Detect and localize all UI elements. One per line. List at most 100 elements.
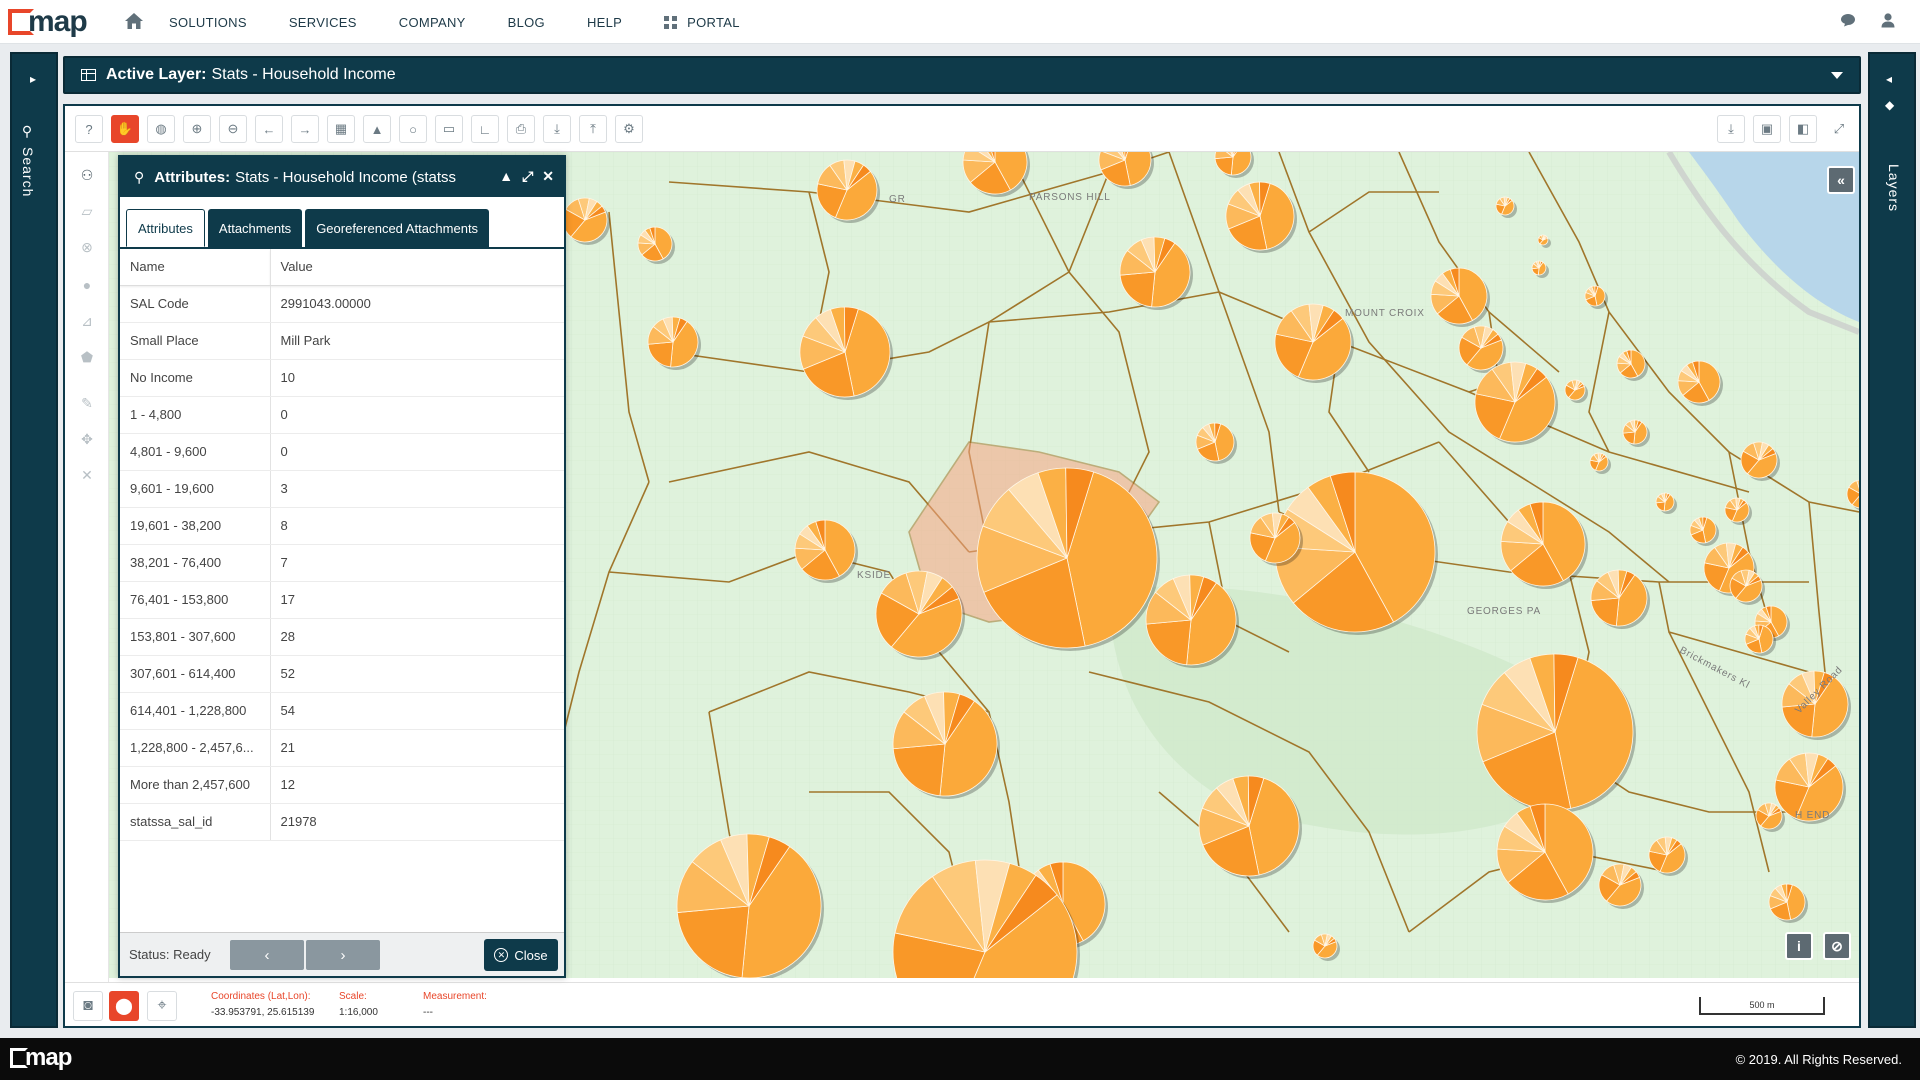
nav-services[interactable]: SERVICES [289,15,357,30]
layer-dropdown-caret-icon[interactable] [1831,72,1843,79]
settings-icon[interactable]: ⚙ [615,115,643,143]
nav-company[interactable]: COMPANY [399,15,466,30]
measurement-label: Measurement: [423,991,487,1002]
previous-record-button[interactable]: ‹ [230,940,304,970]
help-icon[interactable]: ? [75,115,103,143]
active-layer-bar[interactable]: Active Layer: Stats - Household Income [63,56,1861,94]
footer-logo[interactable]: map [10,1044,72,1072]
table-row[interactable]: 4,801 - 9,600 0 [120,433,564,471]
globe-icon[interactable]: ◍ [147,115,175,143]
binoculars-icon[interactable]: ⚇ [73,162,101,188]
table-row[interactable]: 1 - 4,800 0 [120,396,564,434]
move-icon[interactable]: ✥ [73,426,101,452]
expand-arrow-icon[interactable]: ▸ [30,72,36,86]
column-header-name[interactable]: Name [120,249,271,286]
table-row[interactable]: 9,601 - 19,600 3 [120,470,564,508]
attachment-icon[interactable]: ⊘ [1823,932,1851,960]
attributes-panel-header[interactable]: ⚲ Attributes: Stats - Household Income (… [120,157,564,197]
attribute-name-cell: 1 - 4,800 [120,396,271,434]
table-row[interactable]: statssa_sal_id 21978 [120,803,564,841]
info-icon[interactable]: i [1785,932,1813,960]
delete-icon[interactable]: ✕ [73,462,101,488]
layers-rail-label: Layers [1886,164,1902,213]
coordinates-value: -33.953791, 25.615139 [211,1007,315,1018]
clear-icon[interactable]: ⊗ [73,234,101,260]
print-icon[interactable]: ⎙ [507,115,535,143]
download-icon[interactable]: ⤓ [543,115,571,143]
footer-brand-name: map [25,1044,72,1071]
map-label-parsons-hill: PARSONS HILL [1029,192,1111,203]
next-record-button[interactable]: › [306,940,380,970]
table-row[interactable]: 19,601 - 38,200 8 [120,507,564,545]
draw-line-icon[interactable]: ⊿ [73,308,101,334]
draw-polygon-icon[interactable]: ⬟ [73,344,101,370]
nav-help[interactable]: HELP [587,15,622,30]
export-icon[interactable]: ⤓ [1717,115,1745,143]
layers-icon: ◆ [1885,98,1895,112]
pan-hand-icon[interactable]: ✋ [111,115,139,143]
copyright-text: © 2019. All Rights Reserved. [1735,1052,1902,1067]
table-view-icon[interactable]: ▦ [327,115,355,143]
back-arrow-icon[interactable]: ← [255,115,283,143]
table-icon [81,69,96,81]
chart-icon[interactable]: ▲ [363,115,391,143]
attributes-table-container[interactable]: Name Value SAL Code 2991043.00000 Small Pl… [120,247,564,933]
crosshair-icon[interactable]: ⌖ [147,991,177,1021]
tab-georeferenced-attachments[interactable]: Georeferenced Attachments [305,209,490,247]
circle-select-icon[interactable]: ○ [399,115,427,143]
table-row[interactable]: More than 2,457,600 12 [120,766,564,804]
map-status-bar: ◙ ⬤ ⌖ Coordinates (Lat,Lon): -33.953791,… [65,982,1859,1026]
attribute-value-cell: 21 [270,729,564,767]
upload-icon[interactable]: ⤒ [579,115,607,143]
chat-icon[interactable] [1840,13,1856,27]
brand-logo[interactable]: map [8,5,88,38]
location-pin-icon[interactable]: ⬤ [109,991,139,1021]
fullscreen-icon[interactable]: ⤢ [1825,115,1853,143]
tab-attributes[interactable]: Attributes [126,209,205,247]
table-row[interactable]: 153,801 - 307,600 28 [120,618,564,656]
attribute-value-cell: 17 [270,581,564,619]
nav-portal[interactable]: PORTAL [664,15,740,30]
table-row[interactable]: 76,401 - 153,800 17 [120,581,564,619]
tab-attachments[interactable]: Attachments [207,209,303,247]
edit-pencil-icon[interactable]: ✎ [73,390,101,416]
close-icon[interactable]: ✕ [542,168,554,185]
close-button[interactable]: ✕ Close [484,939,558,971]
split-view-icon[interactable]: ◧ [1789,115,1817,143]
table-row[interactable]: No Income 10 [120,359,564,397]
image-export-icon[interactable]: ▣ [1753,115,1781,143]
attributes-panel-footer: Status: Ready ‹ › ✕ Close [120,932,564,976]
table-row[interactable]: 38,201 - 76,400 7 [120,544,564,582]
attribute-name-cell: 38,201 - 76,400 [120,544,271,582]
collapse-arrow-icon[interactable]: ◂ [1886,72,1892,86]
zoom-in-icon[interactable]: ⊕ [183,115,211,143]
map-label-h-end: H END [1795,810,1830,821]
zoom-out-icon[interactable]: ⊖ [219,115,247,143]
attributes-panel: ⚲ Attributes: Stats - Household Income (… [118,155,566,978]
search-rail-label: ⚲Search [20,124,36,198]
table-row[interactable]: 307,601 - 614,400 52 [120,655,564,693]
map-icon[interactable]: ▱ [73,198,101,224]
table-row[interactable]: 1,228,800 - 2,457,6... 21 [120,729,564,767]
table-header-row: Name Value [120,249,564,286]
search-icon: ⚲ [20,124,36,141]
search-rail[interactable]: ▸ ⚲Search [10,52,58,1028]
layers-rail[interactable]: ◂ ◆ Layers [1868,52,1916,1028]
collapse-panel-icon[interactable]: « [1827,166,1855,194]
table-row[interactable]: Small Place Mill Park [120,322,564,360]
table-row[interactable]: SAL Code 2991043.00000 [120,285,564,323]
expand-icon[interactable]: ⤢ [522,168,533,185]
table-row[interactable]: 614,401 - 1,228,800 54 [120,692,564,730]
forward-arrow-icon[interactable]: → [291,115,319,143]
draw-circle-icon[interactable]: ● [73,272,101,298]
search-icon: ⚲ [134,168,145,185]
nav-solutions[interactable]: SOLUTIONS [169,15,247,30]
collapse-caret-icon[interactable]: ▲ [499,168,513,185]
angle-icon[interactable]: ∟ [471,115,499,143]
user-icon[interactable] [1880,12,1896,28]
column-header-value[interactable]: Value [270,249,564,286]
ruler-icon[interactable]: ▭ [435,115,463,143]
camera-icon[interactable]: ◙ [73,991,103,1021]
nav-blog[interactable]: BLOG [508,15,545,30]
home-icon[interactable] [124,12,144,30]
